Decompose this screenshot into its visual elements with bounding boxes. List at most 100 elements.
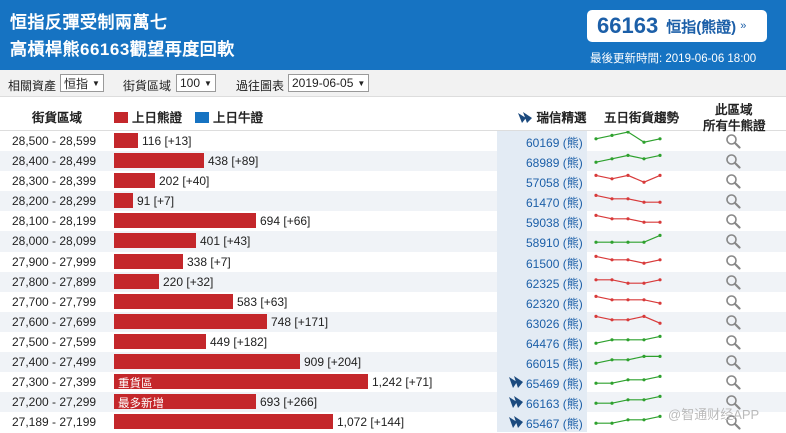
sparkline-point [594,401,598,406]
bear-bar[interactable] [114,273,159,289]
warrant-code-link[interactable]: 61470 (熊) [526,194,583,211]
warrant-code-link[interactable]: 62320 (熊) [526,295,583,312]
sparkline-point [610,381,614,385]
trend-sparkline [594,354,662,365]
sparkline-point [610,217,614,221]
range-cell: 27,700 - 27,799 [12,294,97,309]
filter-bar: 相關資產 恒指 ▼ 街貨區域 100 ▼ 過往圖表 2019-06-05 ▼ [0,70,786,97]
sparkline-point [610,338,614,342]
magnifier-icon[interactable] [725,314,741,330]
magnifier-icon[interactable] [725,294,741,310]
bear-bar[interactable] [114,354,300,370]
bear-bar[interactable] [114,233,196,249]
col-range: 街貨區域 [32,111,83,125]
sparkline-point [658,220,662,225]
last-updated: 最後更新時間: 2019-06-06 18:00 [590,53,757,65]
sparkline-point [642,398,646,402]
sparkline-point [658,354,662,359]
bear-bar[interactable] [114,253,183,269]
bear-bar[interactable]: 最多新增 [114,394,256,410]
warrant-code-link[interactable]: 58910 (熊) [526,234,583,251]
magnifier-icon[interactable] [725,374,741,390]
magnifier-icon[interactable] [725,133,741,149]
sparkline-point [642,338,646,342]
sparkline-point [658,374,662,379]
warrant-code-link[interactable]: 68989 (熊) [526,154,583,171]
headline-line2: 高槓桿熊66163觀望再度回軟 [10,40,235,59]
range-select-value: 100 [180,76,201,90]
bear-bar[interactable] [114,153,204,169]
sparkline-point [642,378,646,382]
sparkline-point [626,378,630,382]
table-row: 27,600 - 27,699 748 [+171] 63026 (熊) [0,311,786,332]
warrant-code-link[interactable]: 66015 (熊) [526,355,583,372]
magnifier-icon[interactable] [725,153,741,169]
quote-box[interactable]: 66163 恒指(熊證) » [587,10,767,42]
bear-bar[interactable] [114,213,256,229]
magnifier-icon[interactable] [725,233,741,250]
warrant-code-link[interactable]: 65469 (熊) [526,375,583,392]
table-row: 28,500 - 28,599 116 [+13] 60169 (熊) [0,131,786,152]
sparkline-point [610,133,614,137]
sparkline-point [594,361,598,365]
chart-date-value: 2019-06-05 [292,76,354,90]
warrant-code-link[interactable]: 65467 (熊) [526,415,583,432]
sparkline-point [610,401,614,406]
bear-bar[interactable] [114,293,233,309]
warrant-code-link[interactable]: 61500 (熊) [526,255,583,272]
sparkline-point [610,157,614,161]
trend-sparkline [594,294,662,305]
bar-value-label: 1,072 [+144] [337,415,405,430]
bar-value-label: 748 [+171] [271,314,329,329]
headline-line1: 恒指反彈受制兩萬七 [10,13,168,32]
sparkline-point [610,297,614,302]
sparkline-point [594,294,598,298]
range-cell: 27,900 - 27,999 [12,254,97,269]
asset-select[interactable]: 恒指 ▼ [60,74,104,92]
trend-sparkline [594,395,662,406]
warrant-code-link[interactable]: 62325 (熊) [526,275,583,292]
magnifier-icon[interactable] [725,254,741,270]
sparkline-point [658,257,662,261]
magnifier-icon[interactable] [725,173,741,189]
range-cell: 27,400 - 27,499 [12,355,97,370]
sparkline-point [610,277,614,282]
sparkline-point [642,418,646,422]
sparkline-point [642,220,646,225]
bar-value-label: 449 [+182] [210,334,268,349]
magnifier-icon[interactable] [725,213,741,229]
bear-bar[interactable] [114,313,267,329]
sparkline-point [658,234,662,238]
magnifier-icon[interactable] [725,334,741,350]
bear-bar[interactable] [114,414,333,430]
credit-suisse-logo-icon [509,416,523,429]
legend-bull: 上日牛證 [195,107,263,126]
bear-bar[interactable] [114,193,133,209]
warrant-code-link[interactable]: 60169 (熊) [526,134,583,151]
bear-bar[interactable] [114,133,138,148]
warrant-code-link[interactable]: 63026 (熊) [526,315,583,332]
warrant-code-link[interactable]: 64476 (熊) [526,335,583,352]
sparkline-point [594,277,598,282]
warrant-code-link[interactable]: 66163 (熊) [526,395,583,412]
magnifier-icon[interactable] [725,354,741,370]
warrant-code-link[interactable]: 57058 (熊) [526,174,583,191]
magnifier-icon[interactable] [725,274,741,290]
chart-label: 過往圖表 [236,79,285,93]
bar-value-label: 338 [+7] [187,254,231,269]
magnifier-icon[interactable] [725,193,741,209]
sparkline-point [642,314,646,318]
credit-suisse-logo-icon [518,112,532,123]
warrant-code-link[interactable]: 59038 (熊) [526,214,583,231]
sparkline-point [610,421,614,426]
bear-bar[interactable] [114,333,206,349]
bear-bar[interactable] [114,173,155,189]
bear-bar[interactable]: 重貨區 [114,374,368,390]
range-label: 街貨區域 [123,79,172,93]
sparkline-point [626,398,630,402]
sparkline-point [642,281,646,285]
range-select[interactable]: 100 ▼ [176,74,216,92]
trend-sparkline [594,131,662,144]
sparkline-point [626,418,630,422]
chart-date-select[interactable]: 2019-06-05 ▼ [288,74,370,92]
